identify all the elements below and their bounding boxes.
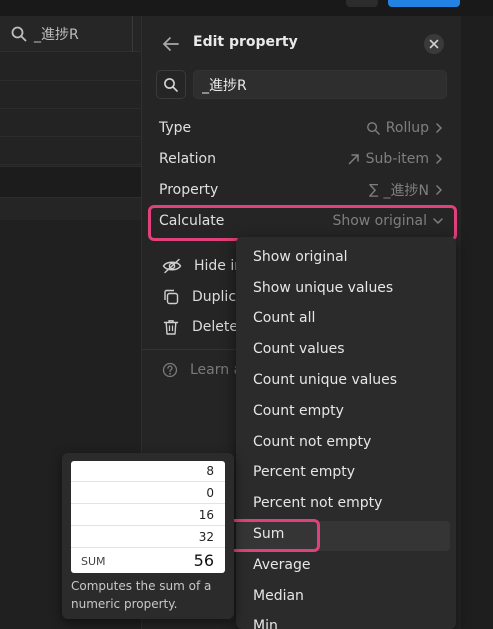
sigma-icon: ∑ [369, 182, 379, 198]
table-group-band [0, 166, 141, 198]
divider [142, 349, 238, 350]
primary-button[interactable] [388, 0, 460, 7]
panel-title: Edit property [193, 34, 298, 50]
back-arrow-icon[interactable] [162, 35, 180, 53]
close-button[interactable] [424, 34, 444, 54]
table-row [0, 108, 141, 109]
table-row [0, 164, 141, 165]
column-divider[interactable] [132, 16, 133, 52]
calculate-highlight [148, 205, 457, 241]
type-value-text: Rollup [385, 120, 429, 136]
table-row [0, 136, 141, 137]
menu-item-average[interactable]: Average [253, 557, 311, 573]
eye-slash-icon [162, 258, 182, 274]
property-icon-button[interactable] [156, 70, 186, 99]
table-group-band [0, 198, 141, 220]
menu-item-min[interactable]: Min [253, 618, 278, 629]
preview-sum-label: SUM [81, 555, 106, 568]
trash-icon [163, 320, 179, 335]
menu-item-show-original[interactable]: Show original [253, 249, 348, 265]
calculation-preview-tooltip: 8 0 16 32 SUM 56 Computes the sum of a n… [62, 453, 234, 619]
menu-item-count-not-empty[interactable]: Count not empty [253, 434, 371, 450]
preview-value: 0 [71, 483, 225, 504]
relation-row[interactable]: Relation Sub-item [146, 145, 458, 173]
table-rows [0, 52, 141, 166]
table-column-header[interactable]: _進捗R [0, 16, 141, 52]
search-icon [366, 121, 380, 135]
close-icon [429, 39, 439, 49]
menu-item-count-empty[interactable]: Count empty [253, 403, 344, 419]
type-row[interactable]: Type Rollup [146, 114, 458, 142]
property-label: Property [159, 182, 219, 198]
learn-link[interactable]: Learn a [162, 362, 242, 378]
panel-backdrop [461, 16, 493, 629]
table-row [0, 80, 141, 81]
preview-sum-row: SUM 56 [71, 549, 225, 573]
learn-link-label: Learn a [190, 362, 243, 378]
relation-value-text: Sub-item [365, 151, 429, 167]
chevron-right-icon [436, 154, 442, 164]
menu-item-percent-empty[interactable]: Percent empty [253, 464, 355, 480]
duplicate-icon [164, 289, 179, 305]
type-label: Type [159, 120, 192, 136]
menu-item-percent-not-empty[interactable]: Percent not empty [253, 495, 382, 511]
preview-card: 8 0 16 32 SUM 56 [71, 461, 225, 573]
help-icon [162, 362, 178, 378]
search-icon [164, 77, 178, 92]
column-name: _進捗R [34, 27, 79, 43]
menu-item-count-all[interactable]: Count all [253, 310, 315, 326]
arrow-up-right-icon [348, 154, 359, 165]
type-value: Rollup [366, 120, 444, 136]
property-value-text: _進捗N [383, 183, 429, 199]
preview-value: 8 [71, 461, 225, 482]
delete-action-label: Delete [192, 319, 238, 335]
menu-item-show-unique-values[interactable]: Show unique values [253, 280, 393, 296]
preview-value: 16 [71, 505, 225, 526]
delete-action[interactable]: Delete [162, 316, 238, 338]
hide-action[interactable]: Hide in [162, 255, 243, 277]
relation-label: Relation [159, 151, 216, 167]
menu-item-count-unique-values[interactable]: Count unique values [253, 372, 397, 388]
chevron-right-icon [436, 185, 442, 195]
preview-value: 32 [71, 527, 225, 548]
property-value: ∑ _進捗N [369, 180, 444, 200]
sum-highlight [228, 519, 320, 552]
preview-sum-value: 56 [193, 551, 214, 570]
property-name-input[interactable] [193, 70, 447, 99]
search-icon [11, 26, 27, 42]
chevron-right-icon [436, 123, 442, 133]
topbar [0, 0, 141, 16]
menu-item-median[interactable]: Median [253, 588, 304, 604]
menu-item-count-values[interactable]: Count values [253, 341, 345, 357]
preview-description: Computes the sum of a numeric property. [71, 579, 212, 611]
duplicate-action[interactable]: Duplica [162, 286, 245, 308]
calculate-menu: Show original Show unique values Count a… [236, 237, 456, 629]
toolbar-button[interactable] [346, 0, 378, 7]
property-row[interactable]: Property ∑ _進捗N [146, 176, 458, 204]
relation-value: Sub-item [347, 151, 444, 167]
